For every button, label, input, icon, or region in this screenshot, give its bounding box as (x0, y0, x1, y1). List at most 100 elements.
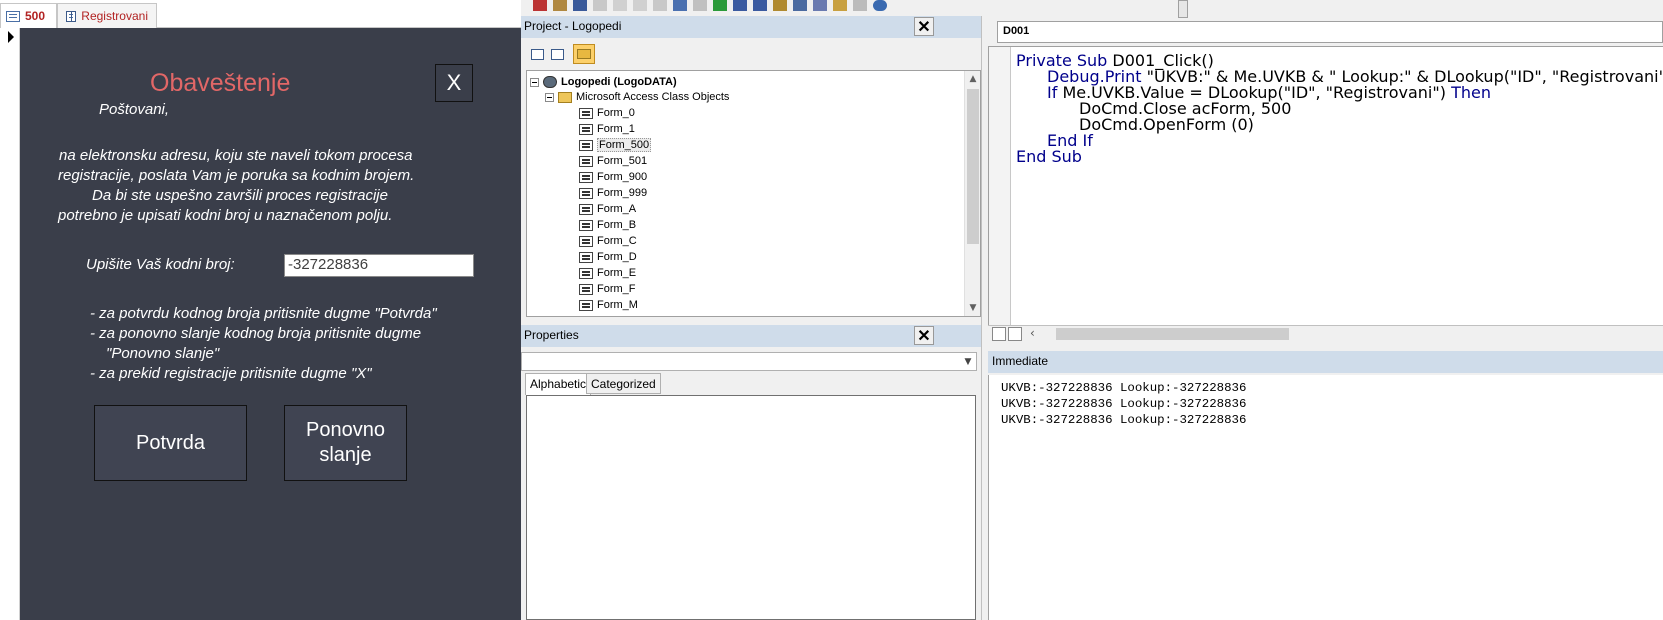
project-explorer-toolbar (521, 40, 981, 68)
redo-icon[interactable] (693, 0, 707, 11)
form-module-icon (579, 139, 593, 151)
scroll-up-icon[interactable]: ▲ (965, 71, 980, 87)
scroll-down-icon[interactable]: ▼ (965, 300, 980, 316)
full-module-view-icon[interactable] (1008, 327, 1022, 341)
tree-item-label: Form_0 (597, 107, 635, 119)
scroll-thumb[interactable] (1056, 328, 1289, 340)
tree-item-label: Form_1 (597, 123, 635, 135)
instruction-line: "Ponovno slanje" (106, 345, 220, 362)
properties-list[interactable] (526, 395, 976, 620)
tree-item-form-1[interactable]: Form_1 (579, 121, 635, 137)
project-tree-scrollbar[interactable]: ▲ ▼ (964, 71, 980, 316)
save-icon[interactable] (573, 0, 587, 11)
insert-userform-icon[interactable] (553, 0, 567, 11)
properties-window-icon[interactable] (813, 0, 827, 11)
tree-item-form-900[interactable]: Form_900 (579, 169, 647, 185)
toggle-folders-button[interactable] (573, 44, 595, 64)
code-margin[interactable] (989, 47, 1011, 327)
project-explorer-title: Project - Logopedi (521, 16, 981, 38)
tree-item-form-500[interactable]: Form_500 (579, 137, 652, 153)
tree-item-form-b[interactable]: Form_B (579, 217, 636, 233)
find-icon[interactable] (653, 0, 667, 11)
close-project-explorer-button[interactable]: ✕ (914, 17, 934, 36)
run-icon[interactable] (713, 0, 727, 11)
immediate-window[interactable]: UKVB:-327228836 Lookup:-327228836 UKVB:-… (988, 375, 1663, 620)
code-label: Upišite Vaš kodni broj: (86, 256, 235, 273)
cut-icon[interactable] (593, 0, 607, 11)
greeting-text: Poštovani, (99, 101, 170, 118)
access-icon[interactable] (533, 0, 547, 11)
form-module-icon (579, 155, 593, 167)
collapse-icon[interactable] (545, 92, 554, 102)
record-selector[interactable] (0, 28, 20, 620)
toolbar-options-grip[interactable] (1178, 0, 1188, 18)
paste-icon[interactable] (633, 0, 647, 11)
procedure-view-icon[interactable] (992, 327, 1006, 341)
collapse-icon[interactable] (530, 77, 539, 87)
tree-item-label: Form_501 (597, 155, 648, 167)
tree-item-form-n[interactable]: Form_N (579, 313, 637, 316)
break-icon[interactable] (733, 0, 747, 11)
project-explorer-icon[interactable] (793, 0, 807, 11)
code-editor[interactable]: Private Sub D001_Click() Debug.Print "UK… (988, 46, 1663, 328)
design-mode-icon[interactable] (773, 0, 787, 11)
tree-project-label: Logopedi (LogoDATA) (561, 76, 677, 88)
properties-title: Properties (521, 325, 981, 347)
tree-item-form-m[interactable]: Form_M (579, 297, 638, 313)
scroll-thumb[interactable] (967, 89, 979, 244)
tree-item-form-f[interactable]: Form_F (579, 281, 636, 297)
form-module-icon (579, 219, 593, 231)
form-module-icon (579, 123, 593, 135)
tree-folder-node[interactable]: Microsoft Access Class Objects (545, 89, 729, 105)
tree-item-label: Form_M (597, 299, 638, 311)
tree-folder-label: Microsoft Access Class Objects (576, 91, 730, 103)
view-code-button[interactable] (526, 44, 548, 64)
close-form-button[interactable]: X (435, 64, 473, 102)
tree-item-form-0[interactable]: Form_0 (579, 105, 635, 121)
code-number-input[interactable]: -327228836 (284, 254, 474, 277)
instruction-line: - za potvrdu kodnog broja pritisnite dug… (90, 305, 437, 322)
message-line: registracije, poslata Vam je poruka sa k… (58, 167, 415, 184)
tab-categorized[interactable]: Categorized (586, 373, 661, 394)
tab-form-500[interactable]: 500 (0, 3, 57, 28)
reset-icon[interactable] (753, 0, 767, 11)
tree-item-form-e[interactable]: Form_E (579, 265, 636, 281)
help-icon[interactable] (873, 0, 887, 11)
folder-icon (577, 49, 591, 59)
folder-icon (558, 91, 572, 103)
code-horizontal-scrollbar[interactable]: ‹ (988, 325, 1663, 342)
tree-item-form-c[interactable]: Form_C (579, 233, 637, 249)
form-module-icon (579, 235, 593, 247)
tree-item-form-501[interactable]: Form_501 (579, 153, 647, 169)
tree-item-label: Form_B (597, 219, 637, 231)
copy-icon[interactable] (613, 0, 627, 11)
chevron-down-icon: ▼ (964, 356, 972, 367)
undo-icon[interactable] (673, 0, 687, 11)
pane-splitter[interactable] (981, 16, 988, 620)
object-browser-icon[interactable] (833, 0, 847, 11)
properties-object-dropdown[interactable]: ▼ (521, 352, 977, 371)
procedure-dropdown[interactable]: D001 (997, 21, 1663, 43)
tree-item-form-a[interactable]: Form_A (579, 201, 636, 217)
toolbox-icon[interactable] (853, 0, 867, 11)
form-module-icon (579, 107, 593, 119)
confirm-button[interactable]: Potvrda (94, 405, 247, 481)
message-line: Da bi ste uspešno završili proces regist… (92, 187, 388, 204)
vba-project-icon (543, 76, 557, 88)
project-tree: Logopedi (LogoDATA) Microsoft Access Cla… (526, 70, 981, 317)
code-line-7[interactable]: End Sub (1016, 147, 1082, 166)
resend-button[interactable]: Ponovno slanje (284, 405, 407, 481)
view-object-button[interactable] (546, 44, 568, 64)
tree-project-node[interactable]: Logopedi (LogoDATA) (530, 74, 677, 90)
code-line-5[interactable]: DoCmd.OpenForm (0) (1079, 115, 1254, 134)
tree-item-form-999[interactable]: Form_999 (579, 185, 647, 201)
resend-label-line2: slanje (319, 444, 372, 466)
close-properties-button[interactable]: ✕ (914, 326, 934, 345)
form-module-icon (579, 203, 593, 215)
tree-item-form-d[interactable]: Form_D (579, 249, 637, 265)
scroll-left-icon[interactable]: ‹ (1030, 326, 1035, 340)
tab-table-registrovani[interactable]: Registrovani (57, 3, 157, 28)
tab-alphabetic[interactable]: Alphabetic (525, 373, 592, 395)
form-module-icon (579, 267, 593, 279)
tree-item-label: Form_900 (597, 171, 648, 183)
